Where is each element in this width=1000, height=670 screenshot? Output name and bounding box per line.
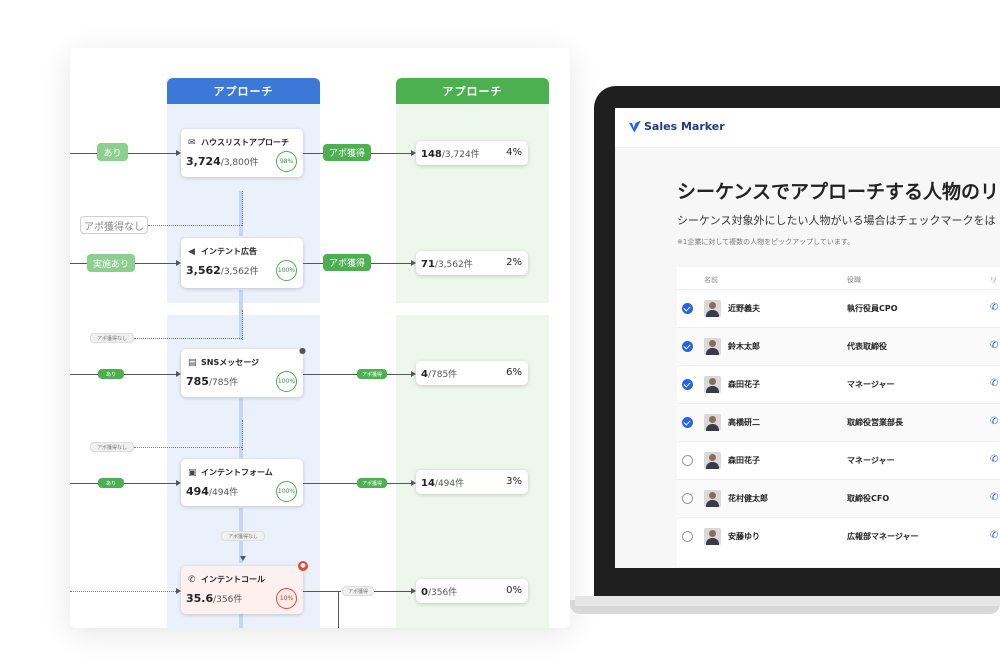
node-sns-message[interactable]: ▤ SNSメッセージ 785/785件 100% <box>181 349 303 397</box>
avatar <box>704 376 721 393</box>
badge-appointment: アポ獲得 <box>342 586 374 596</box>
phone-icon[interactable]: ✆ <box>990 492 998 503</box>
person-name: 鈴木太郎 <box>728 342 760 351</box>
laptop-screen: Sales Marker シーケンスでアプローチする人物のリ シーケンス対象外に… <box>615 108 1000 568</box>
result-card: 0/356件 0% <box>416 579 528 603</box>
person-name: 森田花子 <box>728 456 760 465</box>
form-icon: ▣ <box>188 468 197 478</box>
person-name: 高橋研二 <box>728 418 760 427</box>
result-card: 148/3,724件 4% <box>416 141 528 165</box>
column-header-role: 役職 <box>847 276 861 284</box>
badge-appointment: アポ獲得 <box>323 144 371 161</box>
avatar <box>704 338 721 355</box>
laptop-base <box>575 596 1000 606</box>
badge-no-appointment: アポ獲得なし <box>90 442 134 452</box>
person-name: 近野義夫 <box>728 304 760 313</box>
badge-appointment: アポ獲得 <box>357 478 387 488</box>
row-checkbox[interactable] <box>682 341 693 352</box>
condition-badge-ari: あり <box>97 143 128 161</box>
app-body: シーケンスでアプローチする人物のリ シーケンス対象外にしたい人物がいる場合はチェ… <box>615 149 1000 568</box>
node-intent-form[interactable]: ▣ インテントフォーム 494/494件 100% <box>181 459 303 506</box>
row-checkbox[interactable] <box>682 303 693 314</box>
row-checkbox[interactable] <box>682 455 693 466</box>
sequence-flow-panel: アプローチ アプローチ あり ✉ ハウスリストアプローチ 3,724/3,800件… <box>70 48 570 628</box>
person-role: マネージャー <box>847 456 895 465</box>
sales-marker-logo[interactable]: Sales Marker <box>629 120 725 133</box>
person-icon: ● <box>299 346 306 355</box>
badge-no-appointment: アポ獲得なし <box>221 531 265 541</box>
phone-icon[interactable]: ✆ <box>990 416 998 427</box>
completion-ring: 98% <box>276 151 297 172</box>
badge-no-appointment: アポ獲得なし <box>80 216 148 234</box>
logo-check-icon <box>629 120 641 133</box>
completion-ring: 10% <box>276 588 297 609</box>
page-note: ※1企業に対して複数の人物をピックアップしています。 <box>677 238 855 246</box>
phone-icon[interactable]: ✆ <box>990 340 998 351</box>
table-row[interactable]: 森田花子 マネージャー ✆ <box>677 441 1000 479</box>
avatar <box>704 300 721 317</box>
person-role: 取締役営業部長 <box>847 418 903 427</box>
node-intent-call[interactable]: ✆ インテントコール 35.6/356件 10% <box>181 566 303 614</box>
row-checkbox[interactable] <box>682 417 693 428</box>
avatar <box>704 452 721 469</box>
table-row[interactable]: 近野義夫 執行役員CPO ✆ <box>677 289 1000 327</box>
column-header-approach-result: アプローチ <box>396 78 549 104</box>
completion-ring: 100% <box>276 371 297 392</box>
phone-icon[interactable]: ✆ <box>990 454 998 465</box>
completion-ring: 100% <box>276 260 297 281</box>
app-header: Sales Marker <box>615 108 1000 148</box>
alert-bell-icon: ● <box>298 561 308 571</box>
table-row[interactable]: 安藤ゆり 広報部マネージャー ✆ <box>677 517 1000 555</box>
person-role: 取締役CFO <box>847 494 890 503</box>
phone-icon: ✆ <box>188 575 196 585</box>
condition-badge-ari: あり <box>98 478 124 488</box>
person-role: 広報部マネージャー <box>847 532 919 541</box>
page-subtitle: シーケンス対象外にしたい人物がいる場合はチェックマークをは <box>677 214 996 227</box>
badge-appointment: アポ獲得 <box>357 369 387 379</box>
result-card: 4/785件 6% <box>416 361 528 385</box>
megaphone-icon: ◀ <box>188 247 195 257</box>
column-header-contact: リ <box>990 276 997 284</box>
table-row[interactable]: 鈴木太郎 代表取締役 ✆ <box>677 327 1000 365</box>
completion-ring: 100% <box>276 481 297 502</box>
node-intent-ad[interactable]: ◀ インテント広告 3,562/3,562件 100% <box>181 238 303 288</box>
badge-appointment: アポ獲得 <box>323 254 371 271</box>
row-checkbox[interactable] <box>682 531 693 542</box>
result-card: 14/494件 3% <box>416 470 528 494</box>
mail-icon: ✉ <box>188 138 196 148</box>
avatar <box>704 414 721 431</box>
column-header-approach: アプローチ <box>167 78 320 104</box>
message-icon: ▤ <box>188 358 197 368</box>
page-title: シーケンスでアプローチする人物のリ <box>677 181 1000 203</box>
avatar <box>704 490 721 507</box>
condition-badge-ari: あり <box>98 369 124 379</box>
table-row[interactable]: 森田花子 マネージャー ✆ <box>677 365 1000 403</box>
person-role: 代表取締役 <box>847 342 887 351</box>
person-role: マネージャー <box>847 380 895 389</box>
table-row[interactable]: 高橋研二 取締役営業部長 ✆ <box>677 403 1000 441</box>
badge-no-appointment: アポ獲得なし <box>90 333 134 343</box>
phone-icon[interactable]: ✆ <box>990 378 998 389</box>
row-checkbox[interactable] <box>682 379 693 390</box>
person-name: 安藤ゆり <box>728 532 760 541</box>
phone-icon[interactable]: ✆ <box>990 302 998 313</box>
node-house-list-approach[interactable]: ✉ ハウスリストアプローチ 3,724/3,800件 98% <box>181 129 303 177</box>
result-card: 71/3,562件 2% <box>416 251 528 275</box>
condition-badge-jisshi-ari: 実施あり <box>87 254 135 272</box>
people-table: 名前 役職 リ 近野義夫 執行役員CPO ✆ 鈴木太郎 代表取締役 ✆ 森田花子 マネージャー… <box>677 267 1000 567</box>
person-role: 執行役員CPO <box>847 304 898 313</box>
table-row[interactable]: 花村健太郎 取締役CFO ✆ <box>677 479 1000 517</box>
row-checkbox[interactable] <box>682 493 693 504</box>
avatar <box>704 528 721 545</box>
person-name: 森田花子 <box>728 380 760 389</box>
phone-icon[interactable]: ✆ <box>990 530 998 541</box>
column-header-name: 名前 <box>704 276 718 284</box>
person-name: 花村健太郎 <box>728 494 768 503</box>
